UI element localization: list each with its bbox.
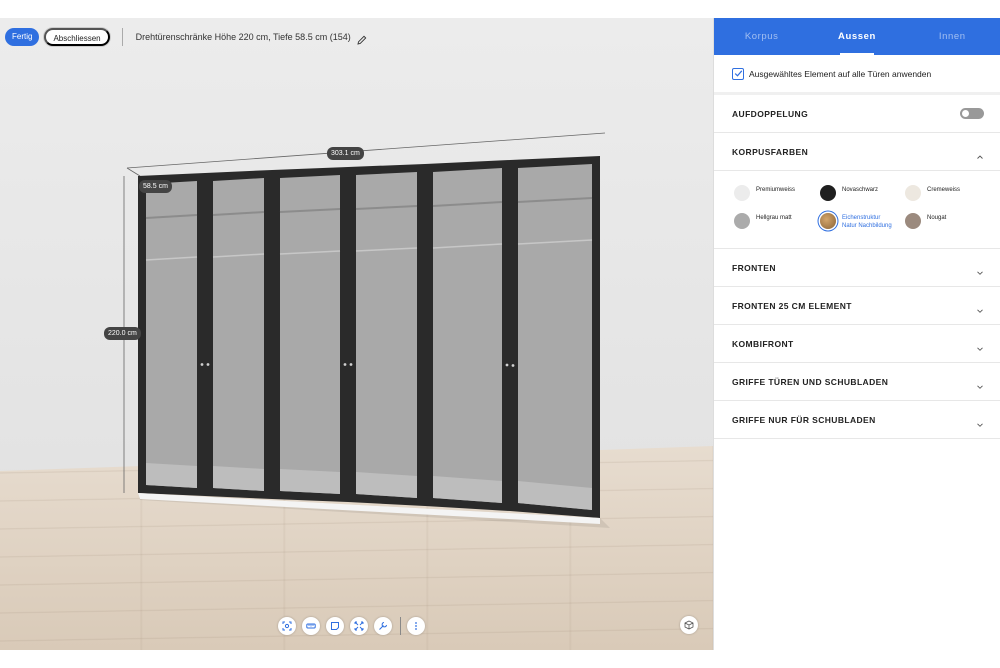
swatch-label: Nougat bbox=[927, 215, 947, 221]
door-glass bbox=[433, 168, 502, 503]
screenshot-icon[interactable] bbox=[278, 617, 296, 635]
3d-viewport[interactable]: Fertig Abschliessen Drehtürenschränke Hö… bbox=[0, 18, 713, 650]
swatch-cremeweiss[interactable]: Cremeweiss bbox=[905, 185, 960, 201]
door-handle bbox=[505, 363, 509, 367]
swatch-novaschwarz[interactable]: Novaschwarz bbox=[820, 185, 878, 201]
base-panel bbox=[356, 472, 417, 498]
base-panel bbox=[213, 466, 264, 491]
viewer-toolbar bbox=[278, 616, 431, 636]
swatch-label: Eichenstruktur Natur Nachbildung bbox=[842, 214, 892, 230]
door-handle bbox=[511, 364, 515, 367]
swatch-premiumweiss[interactable]: Premiumweiss bbox=[734, 185, 795, 201]
section-title: KOMBIFRONT bbox=[732, 338, 794, 349]
swatch-label-line1: Eichenstruktur bbox=[842, 215, 881, 221]
chevron-down-icon[interactable] bbox=[976, 264, 984, 275]
door-glass bbox=[518, 164, 592, 510]
top-margin bbox=[0, 0, 1000, 18]
base-panel bbox=[280, 469, 340, 494]
section-fronten-25[interactable]: FRONTEN 25 CM ELEMENT bbox=[714, 287, 1000, 325]
toolbar-divider bbox=[400, 617, 401, 635]
pencil-icon[interactable] bbox=[357, 32, 367, 45]
3d-view-cube-icon[interactable] bbox=[680, 616, 698, 634]
section-fronten[interactable]: FRONTEN bbox=[714, 249, 1000, 287]
swatch-label-line2: Natur Nachbildung bbox=[842, 223, 892, 229]
swatch-label: Cremeweiss bbox=[927, 187, 961, 193]
color-dot bbox=[734, 185, 750, 201]
door-glass bbox=[280, 175, 340, 494]
apply-all-label: Ausgewähltes Element auf alle Türen anwe… bbox=[749, 68, 932, 79]
apply-all-row[interactable]: Ausgewähltes Element auf alle Türen anwe… bbox=[714, 55, 1000, 95]
section-kombifront[interactable]: KOMBIFRONT bbox=[714, 325, 1000, 363]
tab-korpus[interactable]: Korpus bbox=[714, 18, 809, 55]
color-dot bbox=[734, 213, 750, 229]
chevron-up-icon[interactable] bbox=[976, 148, 984, 159]
swatch-eichenstruktur[interactable]: Eichenstruktur Natur Nachbildung bbox=[820, 213, 892, 230]
door-glass bbox=[213, 178, 264, 491]
swatch-label: Premiumweiss bbox=[756, 187, 796, 193]
section-title: GRIFFE TÜREN UND SCHUBLADEN bbox=[732, 376, 889, 387]
color-dot bbox=[905, 213, 921, 229]
section-title: AUFDOPPELUNG bbox=[732, 108, 809, 119]
door-handle bbox=[206, 363, 210, 366]
section-aufdoppelung[interactable]: AUFDOPPELUNG bbox=[714, 95, 1000, 133]
chevron-down-icon[interactable] bbox=[976, 340, 984, 351]
configuration-title: Drehtürenschränke Höhe 220 cm, Tiefe 58.… bbox=[135, 32, 351, 42]
base-panel bbox=[146, 463, 197, 488]
apply-all-checkbox[interactable] bbox=[732, 67, 744, 80]
top-bar: Fertig Abschliessen Drehtürenschränke Hö… bbox=[5, 28, 367, 46]
tab-bar: Korpus Aussen Innen bbox=[714, 18, 1000, 55]
section-griffe-schubladen[interactable]: GRIFFE NUR FÜR SCHUBLADEN bbox=[714, 401, 1000, 439]
chevron-down-icon[interactable] bbox=[976, 416, 984, 427]
measure-icon[interactable] bbox=[302, 617, 320, 635]
door-handle bbox=[343, 363, 347, 366]
fullscreen-icon[interactable] bbox=[350, 617, 368, 635]
section-title: KORPUSFARBEN bbox=[732, 146, 809, 157]
color-swatches: Premiumweiss Novaschwarz Cremeweiss Hell… bbox=[714, 171, 1000, 249]
done-button[interactable]: Fertig bbox=[5, 28, 40, 46]
swatch-label: Novaschwarz bbox=[842, 187, 879, 193]
more-icon[interactable] bbox=[407, 617, 425, 635]
section-title: GRIFFE NUR FÜR SCHUBLADEN bbox=[732, 414, 876, 425]
width-dimension-label: 303.1 cm bbox=[327, 147, 364, 160]
swatch-nougat[interactable]: Nougat bbox=[905, 213, 946, 229]
divider bbox=[121, 28, 123, 46]
note-icon[interactable] bbox=[326, 617, 344, 635]
chevron-down-icon[interactable] bbox=[976, 378, 984, 389]
bottom-margin bbox=[0, 650, 1000, 668]
section-korpusfarben[interactable]: KORPUSFARBEN bbox=[714, 133, 1000, 171]
depth-dimension-label: 58.5 cm bbox=[139, 180, 172, 193]
door-handle bbox=[349, 363, 353, 366]
close-button[interactable]: Abschliessen bbox=[44, 28, 110, 46]
section-griffe-tueren[interactable]: GRIFFE TÜREN UND SCHUBLADEN bbox=[714, 363, 1000, 401]
section-title: FRONTEN 25 CM ELEMENT bbox=[732, 300, 852, 311]
chevron-down-icon[interactable] bbox=[976, 302, 984, 313]
door-glass bbox=[146, 181, 197, 488]
color-dot bbox=[820, 185, 836, 201]
swatch-label: Hellgrau matt bbox=[756, 215, 792, 221]
height-dimension-label: 220.0 cm bbox=[104, 327, 141, 340]
tab-innen[interactable]: Innen bbox=[905, 18, 1000, 55]
section-title: FRONTEN bbox=[732, 262, 776, 273]
color-dot bbox=[820, 213, 836, 229]
color-dot bbox=[905, 185, 921, 201]
door-handle bbox=[200, 363, 204, 366]
swatch-hellgrau-matt[interactable]: Hellgrau matt bbox=[734, 213, 792, 229]
aufdoppelung-toggle[interactable] bbox=[960, 108, 984, 119]
configurator-panel: Korpus Aussen Innen Ausgewähltes Element… bbox=[713, 18, 1000, 650]
tab-aussen[interactable]: Aussen bbox=[809, 18, 904, 55]
door-glass bbox=[356, 172, 417, 498]
tools-icon[interactable] bbox=[374, 617, 392, 635]
